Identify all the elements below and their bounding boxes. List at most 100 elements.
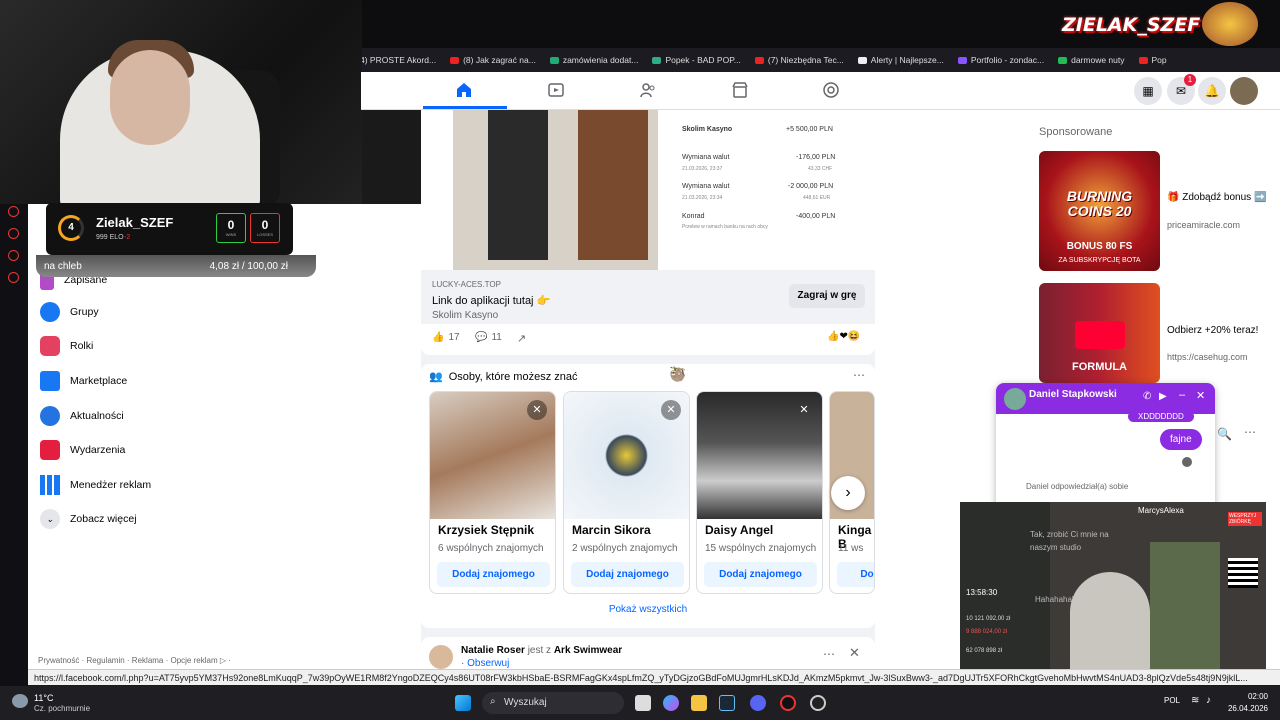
ad-url[interactable]: priceamiracle.com [1167,220,1240,230]
close-icon[interactable]: ✕ [1196,389,1205,402]
person-card[interactable]: ✕ Daisy Angel 15 wspólnych znajomych Dod… [696,391,823,594]
chat-header[interactable]: Daniel Stapkowski ✆ ▶ – ✕ [996,383,1215,414]
bookmark[interactable]: Alerty | Najlepsze... [857,55,944,65]
phone-icon[interactable]: ✆ [1143,391,1151,402]
weather-icon[interactable] [12,694,28,708]
bookmark[interactable]: 4) PROSTE Akord... [360,55,436,65]
sidebar-item-events[interactable]: Wydarzenia [40,440,125,460]
ad-title[interactable]: 🎁 Zdobądź bonus ➡️ [1167,192,1267,203]
chat-icon[interactable] [8,250,19,261]
taskbar-search[interactable]: Wyszukaj [482,692,624,714]
weather-desc[interactable]: Cz. pochmurnie [34,704,90,713]
messenger-chat-window: Daniel Stapkowski ✆ ▶ – ✕ XDDDDDDD fajne… [996,383,1215,509]
play-game-button[interactable]: Zagraj w grę [789,284,865,308]
sidebar-item-feeds[interactable]: Aktualności [40,406,124,426]
stream-person [1070,572,1150,670]
avatar[interactable] [1004,388,1026,410]
ad-image[interactable]: BURNING COINS 20 BONUS 80 FS ZA SUBSKRYPC… [1039,151,1160,271]
bookmark[interactable]: darmowe nuty [1058,55,1125,65]
footer-links[interactable]: Prywatność · Regulamin · Reklama · Opcje… [38,656,231,665]
level-badge: 4 [58,215,84,241]
more-options-icon[interactable]: ⋯ [1244,425,1256,439]
add-friend-button[interactable]: Dodaj znajomego [571,562,684,587]
record-icon[interactable] [8,206,19,217]
faceit-elo-card: 4 Zielak_SZEF 999 ELO -2 0 WINS 0 LOSSES [46,203,293,255]
comment-button[interactable]: 💬 11 [475,332,502,343]
close-icon[interactable]: ✕ [527,400,547,420]
more-options-icon[interactable]: ⋯ [823,647,835,661]
bookmark[interactable]: (8) Jak zagrać na... [450,55,536,65]
profile-avatar[interactable] [1230,77,1258,105]
video-icon[interactable] [548,82,564,98]
minimize-icon[interactable]: – [1179,389,1185,401]
notifications-bell-icon[interactable]: 🔔 [1198,77,1226,105]
gaming-icon[interactable] [823,82,839,98]
close-icon[interactable]: ✕ [849,645,860,661]
site-icon [857,56,867,64]
task-view-icon[interactable] [635,695,651,711]
like-button[interactable]: 👍 17 [432,332,460,343]
person-name[interactable]: Krzysiek Stępnik [438,523,534,537]
bookmark[interactable]: zamówienia dodat... [549,55,638,65]
copilot-icon[interactable] [663,695,679,711]
menu-grid-icon[interactable]: ▦ [1134,77,1162,105]
steam-icon[interactable] [719,695,735,711]
home-icon[interactable] [456,82,472,98]
bookmark[interactable]: Portfolio - zondac... [957,55,1044,65]
windows-start-icon[interactable] [455,695,471,711]
ad-image[interactable]: FORMULA [1039,283,1160,383]
bookmark[interactable]: Pop [1138,55,1167,65]
status-url-bar: https://l.facebook.com/l.php?u=AT75yvp5Y… [28,669,1280,685]
language-indicator[interactable]: POL [1164,696,1180,705]
tagged-page[interactable]: Ark Swimwear [554,645,622,656]
person-card[interactable]: ✕ Marcin Sikora 2 wspólnych znajomych Do… [563,391,690,594]
bookmark[interactable]: Popek - BAD POP... [652,55,741,65]
post-image[interactable]: Skolim Kasyno +5 500,00 PLN Wymiana walu… [453,110,844,270]
author-name[interactable]: Natalie Roser [461,645,525,656]
clock-icon[interactable] [8,228,19,239]
sidebar-item-see-more[interactable]: ⌄ Zobacz więcej [40,509,137,529]
settings-icon[interactable] [8,272,19,283]
marketplace-icon[interactable] [732,82,748,98]
weather-temp[interactable]: 11°C [34,693,53,703]
share-icon[interactable]: ↗ [517,332,526,345]
more-options-icon[interactable]: ⋯ [853,368,865,382]
person-name[interactable]: Daisy Angel [705,523,773,537]
add-friend-button[interactable]: Dodaj znajomego [704,562,817,587]
mascot-logo [1202,2,1258,46]
discord-icon[interactable] [750,695,766,711]
person-card[interactable]: ✕ Krzysiek Stępnik 6 wspólnych znajomych… [429,391,556,594]
close-icon[interactable]: ✕ [661,400,681,420]
sidebar-item-reels[interactable]: Rolki [40,336,93,356]
ad-title[interactable]: Odbierz +20% teraz! [1167,325,1267,336]
person-name[interactable]: Marcin Sikora [572,523,651,537]
sidebar-item-ads-manager[interactable]: Menedżer reklam [40,475,151,495]
show-all-link[interactable]: Pokaż wszystkich [421,604,875,615]
opera-icon[interactable] [780,695,796,711]
friends-icon[interactable] [640,82,656,98]
wifi-icon[interactable]: ≋ [1191,695,1199,706]
clock-time[interactable]: 02:00 [1224,692,1268,701]
search-icon[interactable]: 🔍 [1217,427,1232,441]
add-friend-button[interactable]: Dodaj znajomego [437,562,550,587]
close-icon[interactable]: ✕ [794,400,814,420]
chat-contact-name[interactable]: Daniel Stapkowski [1029,389,1117,400]
sponsor-name: Skolim Kasyno [432,310,499,321]
ad-url[interactable]: https://casehug.com [1167,352,1248,362]
follow-link[interactable]: · Obserwuj [461,658,509,669]
video-call-icon[interactable]: ▶ [1159,391,1167,402]
sidebar-item-groups[interactable]: Grupy [40,302,99,322]
add-friend-button[interactable]: Do [837,562,874,587]
link-preview[interactable]: LUCKY-ACES.TOP Link do aplikacji tutaj 👉… [421,270,875,324]
reactions-summary[interactable]: 👍❤😆 [827,331,860,342]
bookmark[interactable]: (7) Niezbędna Tec... [754,55,844,65]
file-explorer-icon[interactable] [691,695,707,711]
clock-date[interactable]: 26.04.2026 [1224,704,1268,713]
avatar[interactable] [429,645,453,669]
sponsored-post: Skolim Kasyno +5 500,00 PLN Wymiana walu… [421,110,875,355]
volume-icon[interactable]: ♪ [1206,695,1211,706]
youtube-icon [754,56,764,64]
chevron-right-icon[interactable]: › [831,476,865,510]
sidebar-item-marketplace[interactable]: Marketplace [40,371,127,391]
obs-icon[interactable] [810,695,826,711]
